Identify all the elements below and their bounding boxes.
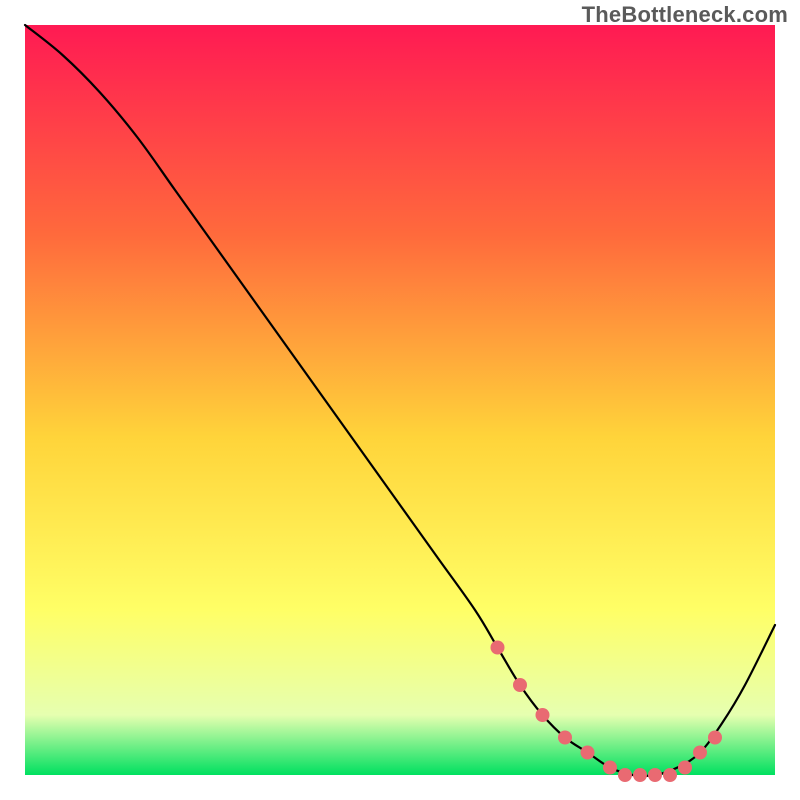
highlight-dot: [633, 768, 647, 782]
highlight-dot: [513, 678, 527, 692]
watermark-text: TheBottleneck.com: [582, 2, 788, 28]
highlight-dot: [603, 761, 617, 775]
highlight-dot: [491, 641, 505, 655]
bottleneck-chart: [0, 0, 800, 800]
highlight-dot: [618, 768, 632, 782]
highlight-dot: [558, 731, 572, 745]
highlight-dot: [536, 708, 550, 722]
highlight-dot: [678, 761, 692, 775]
highlight-dot: [663, 768, 677, 782]
highlight-dot: [693, 746, 707, 760]
highlight-dot: [581, 746, 595, 760]
highlight-dot: [708, 731, 722, 745]
chart-stage: TheBottleneck.com: [0, 0, 800, 800]
highlight-dot: [648, 768, 662, 782]
